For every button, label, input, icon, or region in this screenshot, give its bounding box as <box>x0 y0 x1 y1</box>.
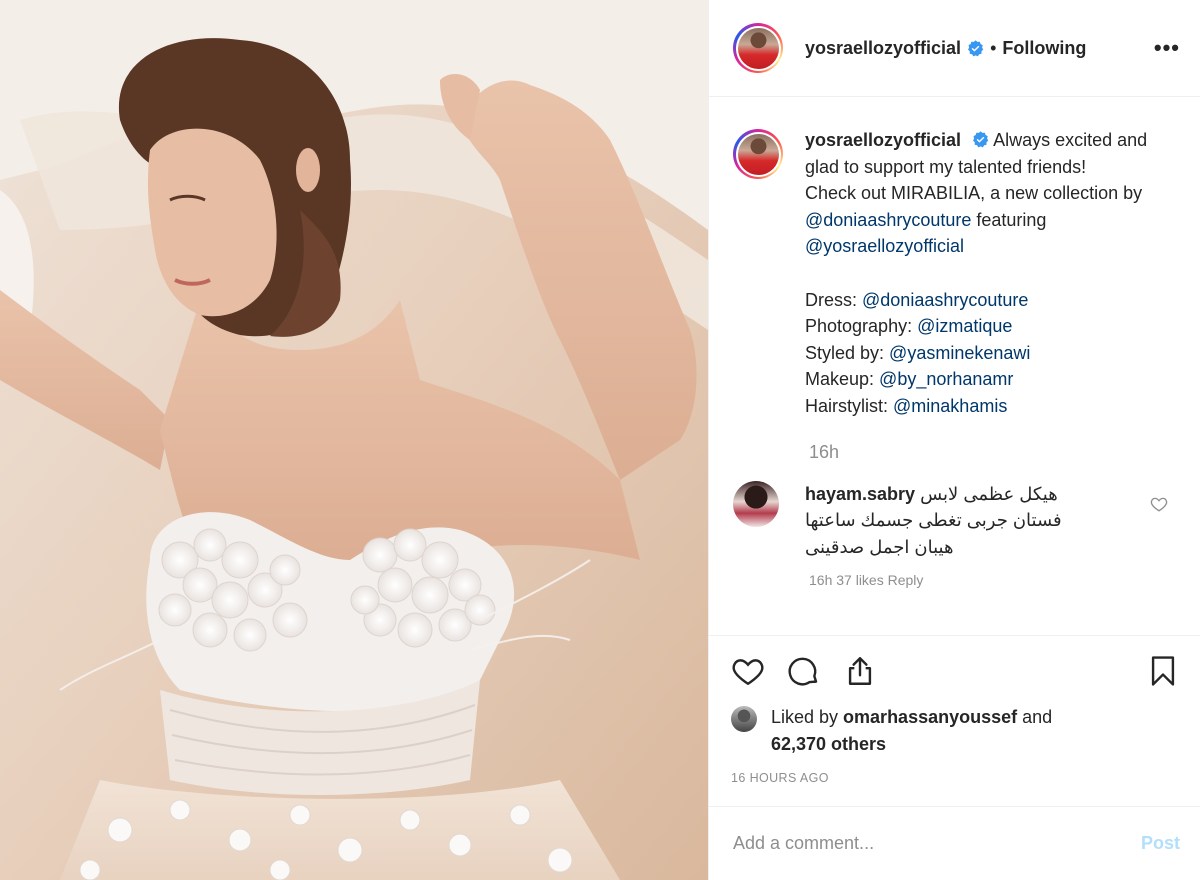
comment-input[interactable] <box>733 833 1141 854</box>
credit-label: Photography: <box>805 316 918 337</box>
post-image <box>0 0 708 880</box>
comments-list[interactable]: yosraellozyofficial Always excited and g… <box>709 97 1200 635</box>
credit-mention[interactable]: @minakhamis <box>893 396 1007 416</box>
liker-username[interactable]: omarhassanyoussef <box>843 707 1017 727</box>
caption: yosraellozyofficial Always excited and g… <box>733 127 1180 420</box>
credit-label: Makeup: <box>805 369 880 390</box>
liker-avatar[interactable] <box>731 706 757 732</box>
liked-by-label: Liked by <box>771 707 844 727</box>
post-sidebar: yosraellozyofficial • Following ••• yosr… <box>708 0 1200 880</box>
likes-count[interactable]: 62,370 others <box>771 734 886 754</box>
post-comment-button[interactable]: Post <box>1141 833 1180 854</box>
caption-time[interactable]: 16h <box>809 442 1180 463</box>
credit-mention[interactable]: @yasminekenawi <box>889 343 1030 363</box>
post-header: yosraellozyofficial • Following ••• <box>709 0 1200 97</box>
caption-avatar[interactable] <box>733 129 783 179</box>
bookmark-save-icon[interactable] <box>1146 653 1180 689</box>
mention-link[interactable]: @doniaashrycouture <box>805 210 971 230</box>
comment-like-heart-icon[interactable] <box>1150 495 1168 513</box>
credit-mention[interactable]: @by_norhanamr <box>879 369 1013 389</box>
verified-badge-icon <box>968 39 984 56</box>
add-comment-bar: Post <box>709 806 1200 880</box>
comment-line2: فستان جربى تغطى جسمك ساعتها <box>805 510 1062 531</box>
caption-line3: featuring <box>971 209 1047 230</box>
caption-username[interactable]: yosraellozyofficial <box>805 130 961 150</box>
credit-label: Dress: <box>805 289 863 310</box>
comment-bubble-icon[interactable] <box>787 654 821 688</box>
credit-mention[interactable]: @doniaashrycouture <box>862 290 1028 310</box>
author-username[interactable]: yosraellozyofficial <box>805 38 961 59</box>
post-actions: Liked by omarhassanyoussef and 62,370 ot… <box>709 635 1200 785</box>
commenter-avatar[interactable] <box>733 480 779 527</box>
credit-mention[interactable]: @izmatique <box>917 316 1012 336</box>
more-options-icon[interactable]: ••• <box>1154 35 1180 61</box>
likes-and: and <box>1017 707 1053 727</box>
comment-meta: 16h 37 likes Reply <box>809 572 924 589</box>
share-icon[interactable] <box>843 654 877 688</box>
post-photo[interactable] <box>0 0 708 880</box>
mention-link[interactable]: @yosraellozyofficial <box>805 236 964 256</box>
comment-line3: هيبان اجمل صدقينى <box>805 536 954 557</box>
likes-summary: Liked by omarhassanyoussef and 62,370 ot… <box>731 704 1180 757</box>
credit-label: Styled by: <box>805 342 890 363</box>
caption-line2: Check out MIRABILIA, a new collection by <box>805 183 1143 204</box>
verified-badge-icon <box>973 131 989 148</box>
comment-item: hayam.sabry هيكل عظمى لابس فستان جربى تغ… <box>733 480 1180 561</box>
comment-text: hayam.sabry هيكل عظمى لابس فستان جربى تغ… <box>805 481 1125 561</box>
credit-label: Hairstylist: <box>805 395 894 416</box>
comment-line1: هيكل عظمى لابس <box>920 483 1058 504</box>
following-button[interactable]: Following <box>1002 38 1086 59</box>
separator-dot: • <box>990 37 997 58</box>
caption-text: yosraellozyofficial Always excited and g… <box>805 127 1175 420</box>
author-avatar[interactable] <box>733 23 783 73</box>
likes-text: Liked by omarhassanyoussef and 62,370 ot… <box>771 704 1052 757</box>
like-heart-icon[interactable] <box>731 654 765 688</box>
post-timestamp[interactable]: 16 HOURS AGO <box>731 771 1180 785</box>
commenter-username[interactable]: hayam.sabry <box>805 484 915 504</box>
